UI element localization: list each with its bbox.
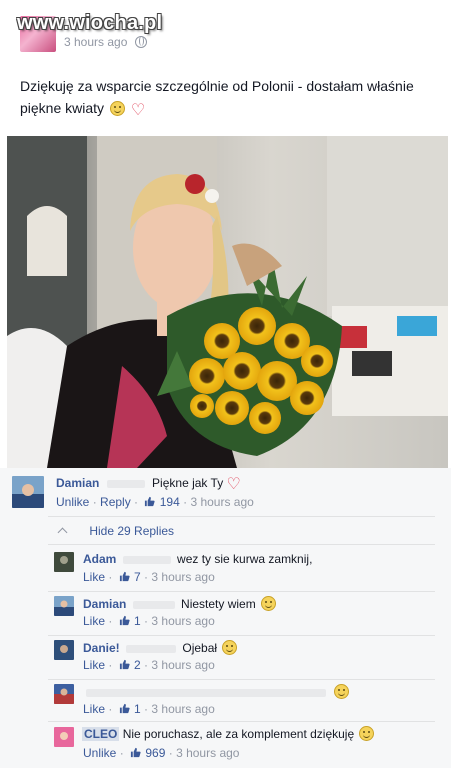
thumbs-up-icon: [119, 571, 130, 582]
reply-link[interactable]: Reply: [100, 495, 131, 509]
like-link[interactable]: Like: [83, 702, 105, 716]
thumbs-up-icon: [145, 496, 155, 507]
reply-item: CLEO Nie poruchasz, ale za komplement dz…: [0, 722, 451, 768]
reply-time[interactable]: 3 hours ago: [151, 614, 214, 628]
reply-text: Ojebał: [182, 641, 218, 655]
replier-name[interactable]: CLEO: [82, 727, 120, 741]
chevron-up-icon: [57, 527, 68, 538]
reply-time[interactable]: 3 hours ago: [151, 702, 214, 716]
hide-replies-label: Hide 29 Replies: [89, 524, 175, 538]
reply-text: Niestety wiem: [181, 597, 256, 611]
like-link[interactable]: Like: [83, 570, 105, 584]
like-count[interactable]: 969: [145, 746, 165, 760]
reply-item: Damian Niestety wiem Like · 1 · 3 hours …: [0, 592, 451, 635]
smile-icon: [359, 726, 375, 741]
reply-item: Adam wez ty sie kurwa zamknij, Like · 7 …: [0, 548, 451, 591]
replier-name[interactable]: Adam: [83, 552, 116, 566]
smile-icon: [222, 640, 238, 655]
thumbs-up-icon: [119, 615, 130, 626]
replier-avatar[interactable]: [54, 552, 74, 572]
commenter-name[interactable]: Damian: [56, 476, 99, 490]
replier-name[interactable]: Danie!: [83, 641, 120, 655]
reply-item: Danie! Ojebał Like · 2 · 3 hours ago: [0, 636, 451, 679]
like-count[interactable]: 194: [160, 495, 180, 509]
post-text: Dziękuję za wsparcie szczególnie od Polo…: [20, 75, 435, 119]
redacted-text: [86, 688, 326, 697]
like-link[interactable]: Like: [83, 614, 105, 628]
redacted-text: [106, 479, 145, 488]
redacted-text: [122, 555, 171, 564]
reply-time[interactable]: 3 hours ago: [151, 570, 214, 584]
replier-avatar[interactable]: [54, 727, 74, 747]
replier-avatar[interactable]: [54, 684, 74, 704]
replier-avatar[interactable]: [54, 640, 74, 660]
comment-text: Piękne jak Ty: [152, 476, 224, 490]
photo-illustration: [7, 136, 448, 468]
post-text-content: Dziękuję za wsparcie szczególnie od Polo…: [20, 78, 414, 116]
site-watermark: www.wiocha.pl: [17, 12, 163, 34]
post-timestamp[interactable]: 3 hours ago: [64, 35, 127, 49]
like-count[interactable]: 1: [134, 614, 141, 628]
redacted-text: [132, 600, 175, 609]
heart-icon: ♡: [226, 476, 241, 493]
replier-avatar[interactable]: [54, 596, 74, 616]
heart-icon: ♡: [130, 102, 146, 119]
reply-item: Like · 1 · 3 hours ago: [0, 680, 451, 723]
comment-time[interactable]: 3 hours ago: [190, 495, 253, 509]
reply-time[interactable]: 3 hours ago: [176, 746, 239, 760]
unlike-link[interactable]: Unlike: [56, 495, 89, 509]
comments-section: Damian Piękne jak Ty ♡ Unlike · Reply · …: [0, 468, 451, 768]
reply-text: wez ty sie kurwa zamknij,: [177, 552, 313, 566]
globe-icon: [135, 36, 147, 48]
reply-time[interactable]: 3 hours ago: [151, 658, 214, 672]
like-count[interactable]: 2: [134, 658, 141, 672]
smile-icon: [261, 596, 277, 611]
reply-text: Nie poruchasz, ale za komplement dziękuj…: [122, 727, 355, 741]
like-count[interactable]: 7: [134, 570, 141, 584]
thumbs-up-icon: [119, 703, 130, 714]
post-photo[interactable]: [7, 136, 448, 468]
replier-name[interactable]: Damian: [83, 597, 126, 611]
like-count[interactable]: 1: [134, 702, 141, 716]
thumbs-up-icon: [130, 747, 141, 758]
comment-top: Damian Piękne jak Ty ♡ Unlike · Reply · …: [0, 468, 451, 516]
unlike-link[interactable]: Unlike: [83, 746, 116, 760]
hide-replies-toggle[interactable]: Hide 29 Replies: [57, 524, 175, 538]
smile-icon: [109, 101, 125, 116]
divider: [48, 516, 435, 517]
divider: [48, 544, 435, 545]
redacted-text: [126, 644, 177, 653]
smile-icon: [334, 684, 350, 699]
thumbs-up-icon: [119, 659, 130, 670]
post-header: www.wiocha.pl 3 hours ago: [0, 0, 451, 62]
commenter-avatar[interactable]: [12, 476, 44, 508]
like-link[interactable]: Like: [83, 658, 105, 672]
